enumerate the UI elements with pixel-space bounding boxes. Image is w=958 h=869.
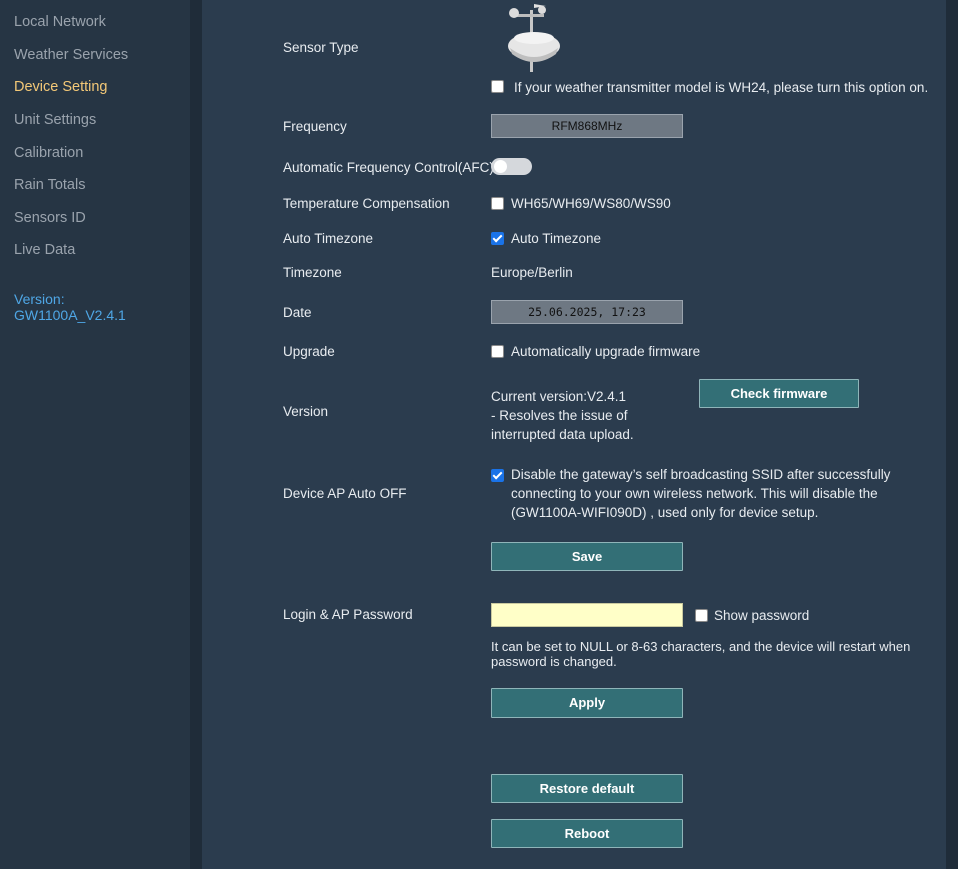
sidebar-item-rain-totals[interactable]: Rain Totals <box>14 177 85 193</box>
timezone-value: Europe/Berlin <box>491 265 573 280</box>
sidebar-item-local-network[interactable]: Local Network <box>14 14 106 30</box>
frequency-select[interactable]: RFM868MHz <box>491 114 683 138</box>
password-hint-text: It can be set to NULL or 8-63 characters… <box>491 639 911 669</box>
ap-auto-off-label: Device AP Auto OFF <box>283 486 407 501</box>
version-note-text: - Resolves the issue of interrupted data… <box>491 408 634 442</box>
sensor-type-label: Sensor Type <box>283 40 359 55</box>
auto-timezone-label: Auto Timezone <box>283 231 374 246</box>
upgrade-label: Upgrade <box>283 344 335 359</box>
sidebar: Local Network Weather Services Device Se… <box>0 0 190 869</box>
temp-comp-option-text: WH65/WH69/WS80/WS90 <box>511 196 671 211</box>
afc-toggle[interactable] <box>491 158 532 175</box>
temp-comp-checkbox[interactable] <box>491 197 504 210</box>
sidebar-divider <box>190 0 202 869</box>
password-label: Login & AP Password <box>283 607 413 622</box>
sidebar-item-weather-services[interactable]: Weather Services <box>14 47 128 63</box>
toggle-knob <box>494 160 507 173</box>
temp-comp-label: Temperature Compensation <box>283 196 450 211</box>
date-label: Date <box>283 305 312 320</box>
reboot-button[interactable]: Reboot <box>491 819 683 848</box>
timezone-label: Timezone <box>283 265 342 280</box>
check-firmware-button[interactable]: Check firmware <box>699 379 859 408</box>
date-field[interactable]: 25.06.2025, 17:23 <box>491 300 683 324</box>
sidebar-item-sensors-id[interactable]: Sensors ID <box>14 210 86 226</box>
password-input[interactable] <box>491 603 683 627</box>
sidebar-item-calibration[interactable]: Calibration <box>14 145 83 161</box>
save-button[interactable]: Save <box>491 542 683 571</box>
restore-default-button[interactable]: Restore default <box>491 774 683 803</box>
scrollbar-track[interactable] <box>946 0 958 869</box>
wh24-checkbox[interactable] <box>491 80 504 93</box>
current-version-text: Current version:V2.4.1 <box>491 389 627 404</box>
weather-station-icon <box>508 4 560 72</box>
show-password-label: Show password <box>714 608 810 623</box>
afc-label: Automatic Frequency Control(AFC) <box>283 160 494 175</box>
auto-upgrade-checkbox[interactable] <box>491 345 504 358</box>
show-password-checkbox[interactable] <box>695 609 708 622</box>
auto-timezone-option-text: Auto Timezone <box>511 231 602 246</box>
apply-button[interactable]: Apply <box>491 688 683 718</box>
sidebar-item-live-data[interactable]: Live Data <box>14 242 75 258</box>
frequency-label: Frequency <box>283 119 347 134</box>
ap-auto-off-option-text: Disable the gateway’s self broadcasting … <box>511 467 891 520</box>
version-row-label: Version <box>283 404 329 419</box>
wh24-option-text: If your weather transmitter model is WH2… <box>514 80 929 95</box>
sidebar-item-unit-settings[interactable]: Unit Settings <box>14 112 96 128</box>
version-value: GW1100A_V2.4.1 <box>14 307 126 323</box>
auto-upgrade-option-text: Automatically upgrade firmware <box>511 344 701 359</box>
version-label: Version: <box>14 291 65 307</box>
auto-timezone-checkbox[interactable] <box>491 232 504 245</box>
ap-auto-off-checkbox[interactable] <box>491 469 504 482</box>
sidebar-item-device-setting[interactable]: Device Setting <box>14 79 108 95</box>
